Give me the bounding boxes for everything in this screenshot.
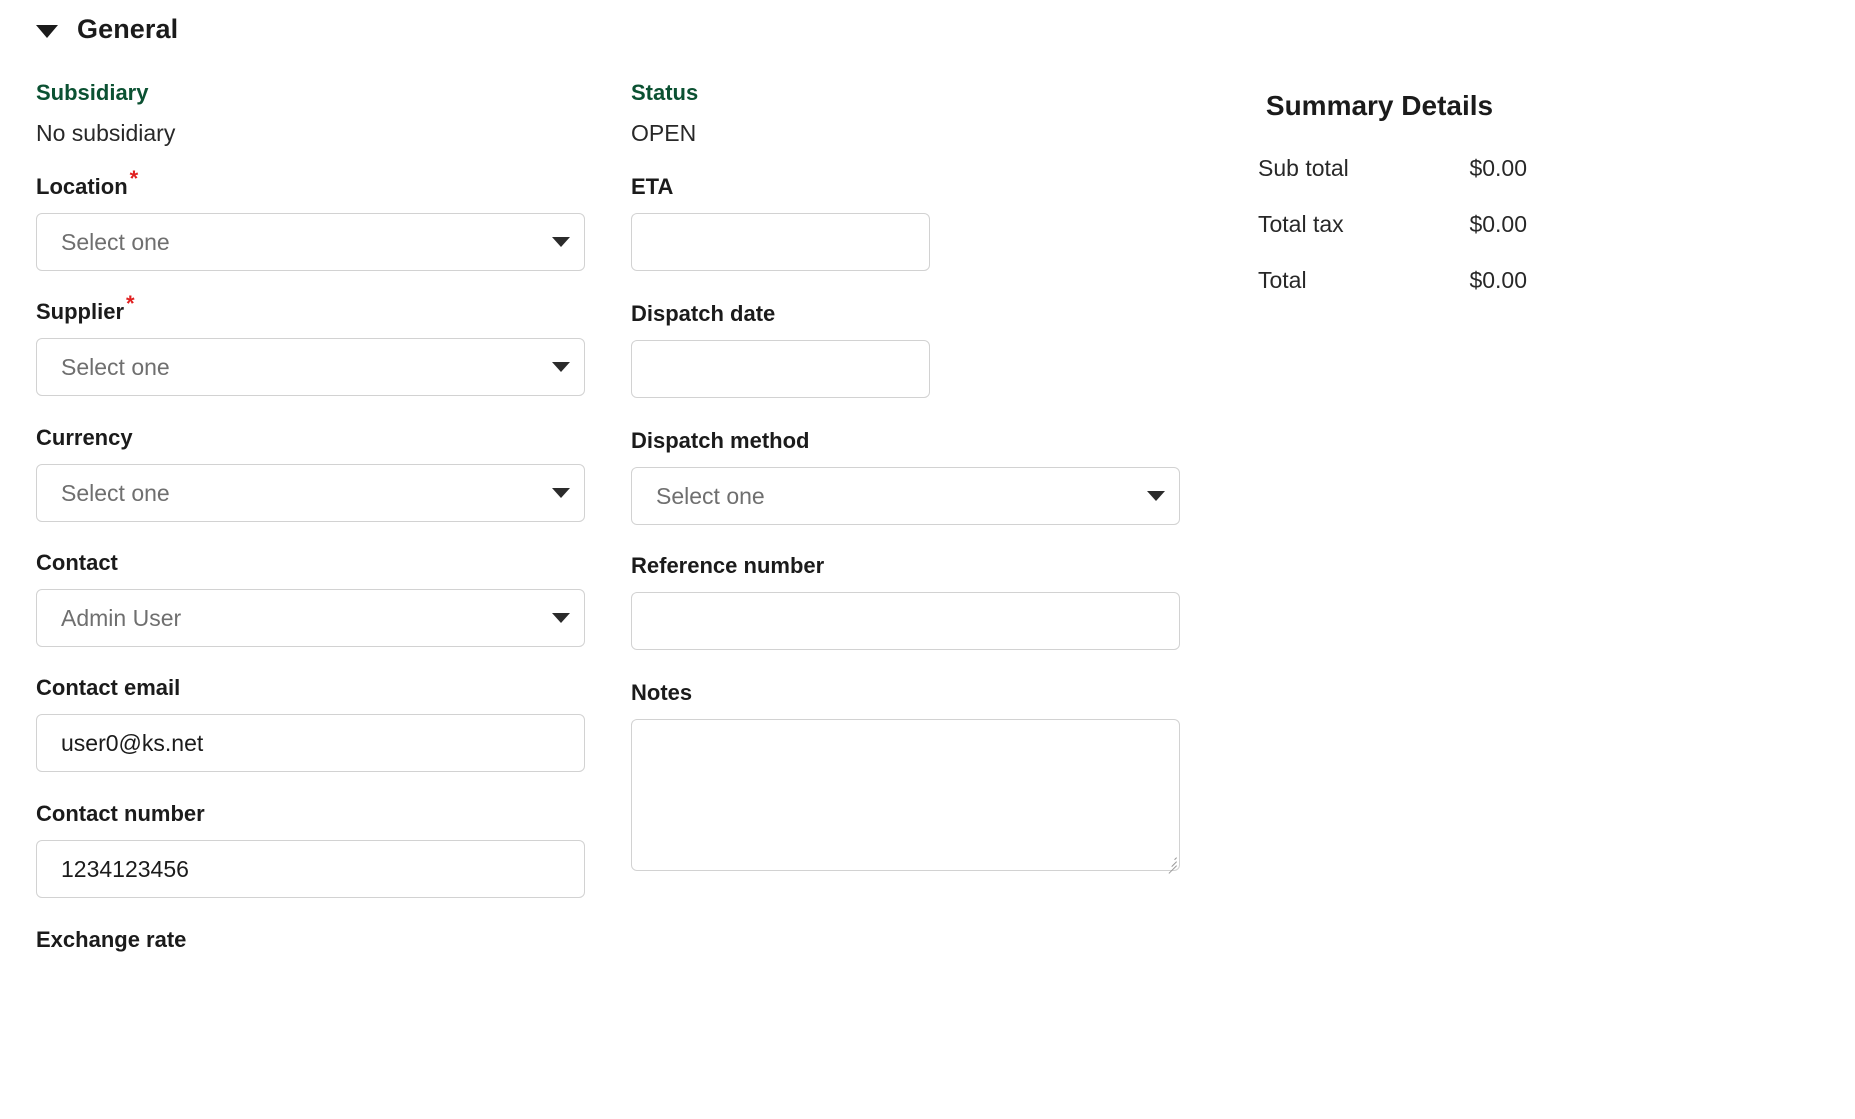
section-header-general[interactable]: General: [36, 14, 178, 45]
chevron-down-icon: [552, 237, 570, 247]
field-notes: Notes: [631, 680, 1180, 871]
field-contact: Contact Admin User: [36, 550, 585, 647]
contact-number-label: Contact number: [36, 801, 585, 827]
subsidiary-label: Subsidiary: [36, 80, 175, 106]
dispatch-method-label: Dispatch method: [631, 428, 1180, 454]
supplier-select[interactable]: Select one: [36, 338, 585, 396]
chevron-down-icon: [552, 362, 570, 372]
field-subsidiary: Subsidiary No subsidiary: [36, 80, 175, 147]
exchange-rate-label: Exchange rate: [36, 927, 186, 953]
dispatch-method-select-value: Select one: [656, 482, 1139, 510]
dispatch-date-label: Dispatch date: [631, 301, 930, 327]
chevron-down-icon: [552, 613, 570, 623]
field-reference-number: Reference number: [631, 553, 1180, 650]
contact-number-value: 1234123456: [61, 855, 570, 883]
eta-label: ETA: [631, 174, 930, 200]
contact-email-input[interactable]: user0@ks.net: [36, 714, 585, 772]
summary-row-total: Total $0.00: [1258, 267, 1527, 294]
summary-row-sub-total: Sub total $0.00: [1258, 155, 1527, 182]
currency-select-value: Select one: [61, 479, 544, 507]
notes-label: Notes: [631, 680, 1180, 706]
summary-label: Total: [1258, 267, 1307, 294]
dispatch-method-select[interactable]: Select one: [631, 467, 1180, 525]
reference-number-label: Reference number: [631, 553, 1180, 579]
contact-select[interactable]: Admin User: [36, 589, 585, 647]
field-dispatch-method: Dispatch method Select one: [631, 428, 1180, 525]
page-title: General: [77, 14, 178, 45]
field-contact-number: Contact number 1234123456: [36, 801, 585, 898]
eta-input[interactable]: [631, 213, 930, 271]
location-select-value: Select one: [61, 228, 544, 256]
location-select[interactable]: Select one: [36, 213, 585, 271]
contact-label: Contact: [36, 550, 585, 576]
subsidiary-value: No subsidiary: [36, 119, 175, 147]
field-dispatch-date: Dispatch date: [631, 301, 930, 398]
contact-number-input[interactable]: 1234123456: [36, 840, 585, 898]
currency-label: Currency: [36, 425, 585, 451]
field-status: Status OPEN: [631, 80, 698, 147]
summary-label: Total tax: [1258, 211, 1344, 238]
summary-row-total-tax: Total tax $0.00: [1258, 211, 1527, 238]
summary-label: Sub total: [1258, 155, 1349, 182]
contact-select-value: Admin User: [61, 604, 544, 632]
summary-value: $0.00: [1469, 211, 1527, 238]
summary-value: $0.00: [1469, 155, 1527, 182]
field-supplier: Supplier* Select one: [36, 299, 585, 396]
field-exchange-rate: Exchange rate: [36, 927, 186, 953]
summary-title: Summary Details: [1232, 90, 1527, 122]
reference-number-input[interactable]: [631, 592, 1180, 650]
notes-textarea[interactable]: [631, 719, 1180, 871]
supplier-label: Supplier*: [36, 299, 585, 325]
required-asterisk: *: [130, 166, 139, 191]
location-label: Location*: [36, 174, 585, 200]
field-contact-email: Contact email user0@ks.net: [36, 675, 585, 772]
required-asterisk: *: [126, 291, 135, 316]
field-location: Location* Select one: [36, 174, 585, 271]
supplier-select-value: Select one: [61, 353, 544, 381]
resize-grip-icon[interactable]: [1163, 854, 1177, 868]
contact-email-label: Contact email: [36, 675, 585, 701]
summary-value: $0.00: [1469, 267, 1527, 294]
dispatch-date-input[interactable]: [631, 340, 930, 398]
triangle-down-icon: [36, 25, 58, 38]
currency-select[interactable]: Select one: [36, 464, 585, 522]
contact-email-value: user0@ks.net: [61, 729, 570, 757]
status-label: Status: [631, 80, 698, 106]
field-currency: Currency Select one: [36, 425, 585, 522]
status-value: OPEN: [631, 119, 698, 147]
chevron-down-icon: [1147, 491, 1165, 501]
chevron-down-icon: [552, 488, 570, 498]
field-eta: ETA: [631, 174, 930, 271]
